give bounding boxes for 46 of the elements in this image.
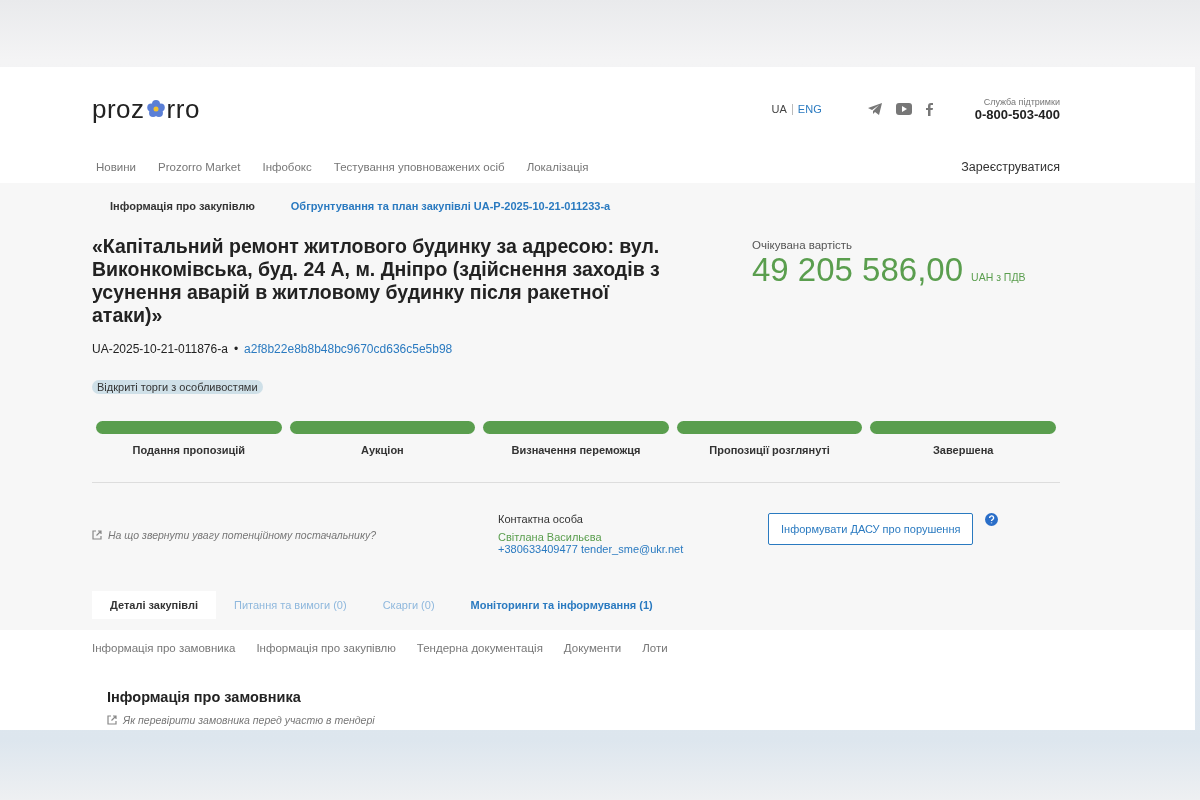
hash-link[interactable]: a2f8b22e8b8b48bc9670cd636c5e5b98 — [244, 342, 453, 356]
language-link[interactable]: ENG — [797, 103, 822, 115]
stage-label: Пропозиції розглянуті — [709, 444, 830, 456]
nav-link[interactable]: Інфобокс — [262, 161, 312, 173]
stage-label: Завершена — [932, 444, 994, 456]
detail-tab[interactable]: Деталі закупівлі — [92, 591, 216, 619]
nav-link[interactable]: Локалізація — [526, 161, 589, 173]
nav-link[interactable]: Prozorro Market — [158, 161, 241, 173]
stage-label: Визначення переможця — [511, 444, 641, 456]
value-label: Очікувана вартість — [752, 239, 854, 251]
section-link[interactable]: Інформація про закупівлю — [256, 642, 396, 654]
contact-details: +380633409477 tender_sme@ukr.net — [498, 543, 685, 555]
procedure-badge: Відкриті торги з особливостями — [92, 380, 263, 394]
report-button[interactable]: Інформувати ДАСУ про порушення — [768, 513, 974, 545]
stage-label: Подання пропозицій — [132, 444, 246, 456]
section-link[interactable]: Документи — [563, 642, 622, 654]
logo[interactable]: proz rro — [92, 93, 772, 125]
nav-link[interactable]: Новини — [96, 161, 136, 173]
separator: • — [233, 342, 239, 356]
top-tab[interactable]: Обгрунтування та план закупівлі UA-P-2025-10-21-011233-a — [272, 200, 629, 212]
tender-title: «Капітальний ремонт житлового будинку за адресою: вул. Виконкомівська, буд. 24 А, м. Дніпро (здійснення заходів з усунення аварій в житловому будинку після ракетної атаки)» — [92, 235, 661, 327]
facebook-icon[interactable] — [925, 102, 933, 116]
currency-label: UAH з ПДВ — [971, 271, 1026, 283]
contact-heading: Контактна особа — [498, 513, 584, 525]
contact-name: Світлана Васильєва — [498, 531, 603, 543]
customer-check-link[interactable]: Як перевірити замовника перед участю в тендері — [107, 714, 1060, 726]
tender-id: UA-2025-10-21-011876-a — [92, 342, 228, 356]
detail-tab[interactable]: Моніторинги та інформування (1) — [452, 591, 671, 619]
help-icon[interactable] — [985, 513, 999, 526]
language-link[interactable]: UA — [771, 103, 787, 115]
section-link[interactable]: Інформація про замовника — [92, 642, 236, 654]
top-tab[interactable]: Інформація про закупівлю — [92, 200, 273, 212]
external-link-icon — [107, 715, 117, 725]
register-link[interactable]: Зареєструватися — [961, 160, 1060, 174]
support-label: Служба підтримки — [983, 96, 1060, 107]
advice-link[interactable]: На що звернути увагу потенційному постачальнику? — [92, 529, 498, 541]
expected-value: 49 205 586,00 — [752, 251, 964, 289]
external-link-icon — [92, 530, 102, 540]
youtube-icon[interactable] — [895, 103, 912, 115]
nav-link[interactable]: Тестування уповноважених осіб — [333, 161, 505, 173]
telegram-icon[interactable] — [867, 103, 882, 115]
section-link[interactable]: Лоти — [642, 642, 668, 654]
section-link[interactable]: Тендерна документація — [416, 642, 543, 654]
stage-label: Аукціон — [361, 444, 404, 456]
support-phone[interactable]: 0-800-503-400 — [974, 106, 1060, 122]
section-heading: Інформація про замовника — [107, 689, 302, 705]
